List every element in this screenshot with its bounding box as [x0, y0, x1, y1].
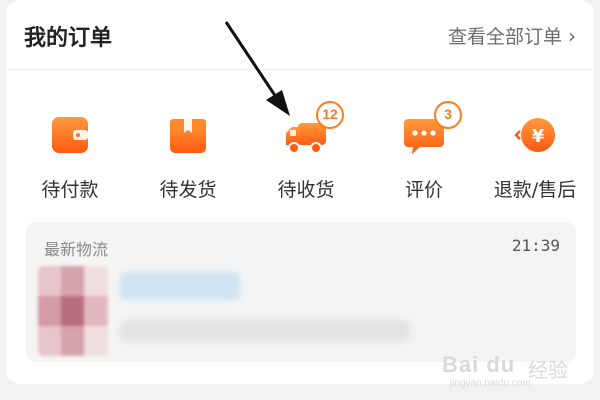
- package-icon: [166, 113, 210, 157]
- status-review[interactable]: 3 评价: [374, 95, 474, 215]
- status-pending-receipt[interactable]: 12 待收货: [256, 95, 356, 215]
- status-label: 待收货: [277, 179, 335, 201]
- orders-header: 我的订单 查看全部订单 ›: [6, 0, 594, 70]
- truck-icon: 12: [284, 101, 344, 157]
- status-pending-payment[interactable]: 待付款: [20, 95, 120, 215]
- status-label: 待付款: [41, 179, 99, 201]
- status-refund-aftersales[interactable]: ¥ 退款/售后: [482, 95, 588, 215]
- logistics-time: 21:39: [511, 236, 560, 255]
- watermark-brand: Bai du: [442, 352, 516, 377]
- blurred-address-text: [120, 320, 410, 342]
- status-label: 退款/售后: [493, 179, 577, 201]
- status-label: 待发货: [159, 179, 217, 201]
- my-orders-card: 我的订单 查看全部订单 › 待付款 待发货 12 待收货 3 评价 ¥ 退款/售…: [6, 0, 594, 384]
- order-status-row: 待付款 待发货 12 待收货 3 评价 ¥ 退款/售后: [6, 95, 594, 215]
- badge-count: 3: [434, 101, 462, 129]
- page-title: 我的订单: [24, 26, 113, 51]
- baidu-watermark: Bai du 经验 jingyan.baidu.com: [442, 352, 582, 392]
- watermark-cn: 经验: [528, 358, 568, 382]
- status-label: 评价: [404, 179, 443, 201]
- svg-text:¥: ¥: [532, 126, 545, 147]
- product-thumbnail: [38, 266, 108, 356]
- watermark-url: jingyan.baidu.com: [450, 378, 531, 389]
- blurred-status-text: [120, 272, 240, 300]
- latest-logistics-panel[interactable]: 最新物流 21:39: [26, 222, 576, 362]
- chevron-right-icon: ›: [568, 24, 576, 48]
- status-pending-shipment[interactable]: 待发货: [138, 95, 238, 215]
- refund-icon: ¥: [514, 113, 558, 157]
- badge-count: 12: [316, 101, 344, 129]
- view-all-orders-link[interactable]: 查看全部订单 ›: [448, 22, 576, 49]
- wallet-icon: [48, 113, 92, 157]
- comment-icon: 3: [402, 101, 462, 157]
- view-all-label: 查看全部订单: [447, 26, 562, 48]
- logistics-title: 最新物流: [44, 240, 109, 259]
